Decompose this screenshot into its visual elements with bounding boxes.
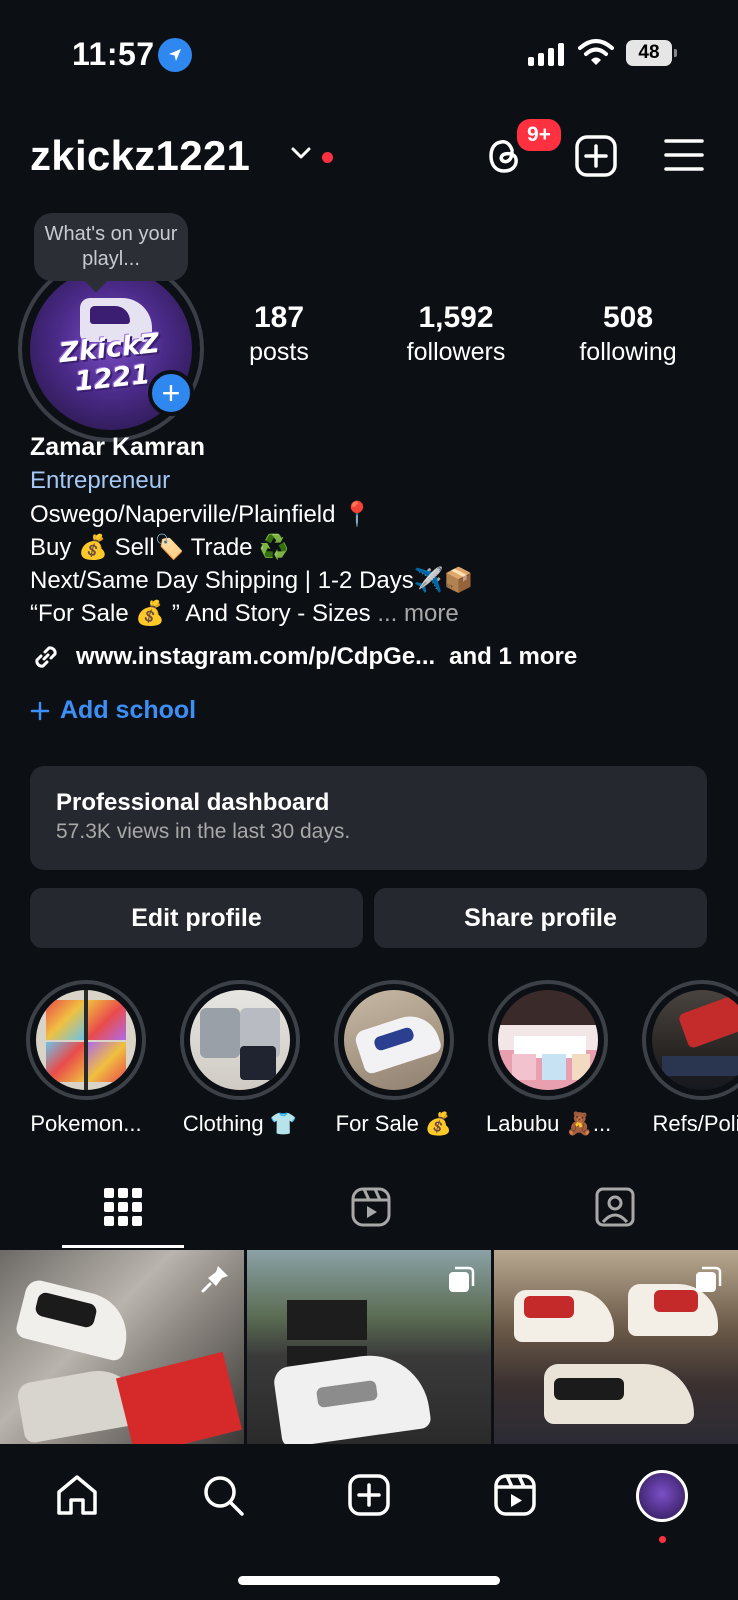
posts-count: 187 [253,301,305,334]
profile-nav-avatar[interactable] [636,1470,688,1522]
highlight-cover [498,990,598,1090]
post-thumbnail[interactable] [494,1250,738,1444]
following-label: following [579,338,677,366]
share-profile-button[interactable]: Share profile [374,888,707,948]
active-tab-indicator [62,1245,184,1248]
add-story-plus-icon[interactable]: + [148,370,194,416]
display-name: Zamar Kamran [30,433,206,461]
bio-link-more[interactable]: and 1 more [449,643,577,671]
add-school-button[interactable]: Add school [30,696,196,725]
status-time: 11:57 [72,36,155,72]
battery-indicator: 48 [626,40,677,66]
profile-notification-dot [659,1536,666,1543]
bio-line: Buy 💰 Sell🏷️ Trade ♻️ [30,534,290,561]
dashboard-subtitle: 57.3K views in the last 30 days. [56,820,351,843]
post-thumbnail[interactable] [0,1250,244,1444]
highlight-refs-policy[interactable]: Refs/Polic [640,980,738,1138]
highlight-clothing[interactable]: Clothing 👕 [178,980,302,1138]
highlight-label: Refs/Polic [652,1111,738,1136]
link-icon [35,646,57,668]
username-switcher[interactable]: zkickz1221 [30,132,250,180]
highlight-for-sale[interactable]: For Sale 💰 [332,980,456,1138]
add-school-label: Add school [60,696,197,724]
bio-link-url[interactable]: www.instagram.com/p/CdpGe... [76,643,435,671]
grid-icon[interactable] [104,1188,142,1231]
profile-category: Entrepreneur [30,467,171,494]
highlight-pokemon[interactable]: Pokemon... [24,980,148,1138]
highlight-cover [652,990,738,1090]
posts-stat[interactable]: 187 posts [226,300,332,368]
profile-tabs [0,1178,738,1248]
professional-dashboard[interactable]: Professional dashboard 57.3K views in th… [30,766,707,870]
following-count: 508 [602,301,654,334]
bio-line: Next/Same Day Shipping | 1-2 Days✈️📦 [30,567,474,594]
highlight-label: Clothing 👕 [182,1111,298,1136]
note-bubble[interactable]: What's on your playl... [34,213,188,281]
home-icon[interactable] [54,1472,100,1523]
wifi-icon [578,38,614,71]
highlight-label: For Sale 💰 [335,1111,453,1136]
plus-icon [30,701,50,720]
tagged-icon[interactable] [594,1186,636,1233]
profile-header: zkickz1221 [0,124,738,188]
threads-notification-badge: 9+ [514,116,564,154]
carousel-icon [694,1264,724,1299]
highlight-label: Pokemon... [30,1111,142,1136]
bio-line: Oswego/Naperville/Plainfield 📍 [30,501,373,528]
highlight-labubu[interactable]: Labubu 🧸... [486,980,612,1138]
dashboard-title: Professional dashboard [56,789,330,816]
highlight-cover [190,990,290,1090]
posts-grid [0,1250,738,1444]
carousel-icon [447,1264,477,1299]
reels-nav-icon[interactable] [492,1472,538,1523]
pin-icon [200,1264,230,1299]
highlight-label: Labubu 🧸... [486,1111,612,1136]
cellular-signal-icon [528,42,564,66]
followers-stat[interactable]: 1,592 followers [382,300,530,368]
account-notification-dot [322,152,333,163]
edit-profile-button[interactable]: Edit profile [30,888,363,948]
chevron-down-icon[interactable] [290,146,312,165]
highlight-cover [36,990,136,1090]
posts-label: posts [249,338,309,366]
status-bar: 11:57 48 [0,0,738,100]
post-thumbnail[interactable] [247,1250,491,1444]
followers-count: 1,592 [418,301,494,334]
followers-label: followers [406,338,506,366]
menu-icon[interactable] [664,138,704,177]
location-arrow-icon [158,38,192,72]
bio-line-truncated: “For Sale 💰 ” And Story - Sizes ... more [30,597,710,630]
reels-icon[interactable] [350,1186,392,1233]
create-icon[interactable] [346,1472,392,1523]
following-stat[interactable]: 508 following [560,300,696,368]
bio-line: “For Sale 💰 ” And Story - Sizes [30,600,371,627]
bio-link[interactable]: www.instagram.com/p/CdpGe... and 1 more [30,641,577,673]
profile-bio: Zamar Kamran Entrepreneur Oswego/Napervi… [30,430,710,630]
search-icon[interactable] [200,1472,246,1523]
bio-more-link[interactable]: ... more [377,600,458,627]
home-indicator [238,1576,500,1585]
highlight-cover [344,990,444,1090]
create-post-icon[interactable] [574,134,618,183]
